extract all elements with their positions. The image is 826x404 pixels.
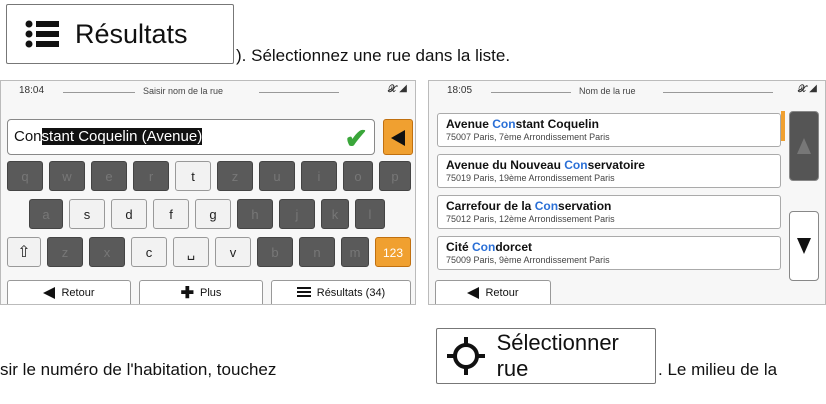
key-h[interactable]: h xyxy=(237,199,273,229)
street-search-screen: 18:04 Saisir nom de la rue 𝒳 ◢ Constant … xyxy=(0,80,416,305)
status-bar: 18:05 Nom de la rue 𝒳 ◢ xyxy=(429,81,825,103)
scroll-down-button[interactable] xyxy=(789,211,819,281)
instruction-bottom-left: sir le numéro de l'habitation, touchez xyxy=(0,360,277,379)
street-results-screen: 18:05 Nom de la rue 𝒳 ◢ Avenue Constant … xyxy=(428,80,826,305)
back-arrow-icon xyxy=(43,286,56,299)
scroll-up-button[interactable] xyxy=(789,111,819,181)
results-button-label: Résultats xyxy=(75,18,188,49)
result-row[interactable]: Avenue du Nouveau Conservatoire 75019 Pa… xyxy=(437,154,781,188)
status-bar: 18:04 Saisir nom de la rue 𝒳 ◢ xyxy=(1,81,415,103)
select-street-button-label: Sélectionner rue xyxy=(496,330,619,381)
instruction-top: ). Sélectionnez une rue dans la liste. xyxy=(236,46,511,65)
key-b[interactable]: b xyxy=(257,237,293,267)
key-s[interactable]: s xyxy=(69,199,105,229)
plus-icon: ✚ xyxy=(180,284,194,302)
key-f[interactable]: f xyxy=(153,199,189,229)
key-o[interactable]: o xyxy=(343,161,373,191)
result-title: Carrefour de la Conservation xyxy=(446,199,612,213)
result-address: 75012 Paris, 12ème Arrondissement Paris xyxy=(446,214,615,224)
typed-text: Con xyxy=(14,128,42,145)
more-tab-label: Plus xyxy=(200,286,222,299)
key-g[interactable]: g xyxy=(195,199,231,229)
key-d[interactable]: d xyxy=(111,199,147,229)
instruction-bottom-right: . Le milieu de la xyxy=(658,360,778,379)
confirm-check-icon[interactable]: ✔ xyxy=(345,122,368,155)
result-title: Cité Condorcet xyxy=(446,240,533,254)
up-arrow-icon xyxy=(797,138,811,154)
result-row[interactable]: Carrefour de la Conservation 75012 Paris… xyxy=(437,195,781,229)
bottom-tabs: Retour xyxy=(429,280,825,304)
result-row[interactable]: Cité Condorcet 75009 Paris, 9ème Arrondi… xyxy=(437,236,781,270)
key-t[interactable]: t xyxy=(175,161,211,191)
results-tab[interactable]: Résultats (34) xyxy=(271,280,411,304)
key-i[interactable]: i xyxy=(301,161,337,191)
key-l[interactable]: l xyxy=(355,199,385,229)
key-c[interactable]: c xyxy=(131,237,167,267)
down-arrow-icon xyxy=(797,238,811,254)
key-m[interactable]: m xyxy=(341,237,369,267)
list-icon xyxy=(296,287,311,298)
key-k[interactable]: k xyxy=(321,199,349,229)
key-y[interactable]: z xyxy=(47,237,83,267)
key-a[interactable]: a xyxy=(29,199,63,229)
key-u[interactable]: u xyxy=(259,161,295,191)
selection-marker xyxy=(781,111,785,141)
back-tab[interactable]: Retour xyxy=(435,280,551,304)
key-p[interactable]: p xyxy=(379,161,411,191)
result-title: Avenue Constant Coquelin xyxy=(446,117,599,131)
result-row[interactable]: Avenue Constant Coquelin 75007 Paris, 7è… xyxy=(437,113,781,147)
key-r[interactable]: r xyxy=(133,161,169,191)
numbers-key[interactable]: 123 xyxy=(375,237,411,267)
result-title: Avenue du Nouveau Conservatoire xyxy=(446,158,645,172)
space-key[interactable]: ␣ xyxy=(173,237,209,267)
screen-title: Saisir nom de la rue xyxy=(143,86,224,96)
bottom-tabs: Retour ✚ Plus Résultats (34) xyxy=(1,280,415,304)
list-icon xyxy=(25,20,59,48)
key-e[interactable]: e xyxy=(91,161,127,191)
back-tab-label: Retour xyxy=(61,286,95,299)
crosshair-icon xyxy=(447,337,485,375)
key-q[interactable]: q xyxy=(7,161,43,191)
key-w[interactable]: w xyxy=(49,161,85,191)
more-tab[interactable]: ✚ Plus xyxy=(139,280,263,304)
gps-signal-icon: 𝒳 ◢ xyxy=(798,84,817,95)
back-tab-label: Retour xyxy=(485,286,519,299)
screen-title: Nom de la rue xyxy=(579,86,636,96)
back-arrow-icon xyxy=(467,286,480,299)
result-address: 75019 Paris, 19ème Arrondissement Paris xyxy=(446,173,615,183)
gps-signal-icon: 𝒳 ◢ xyxy=(388,84,407,95)
key-n[interactable]: n xyxy=(299,237,335,267)
result-address: 75007 Paris, 7ème Arrondissement Paris xyxy=(446,132,610,142)
clock: 18:04 xyxy=(19,85,45,96)
key-v[interactable]: v xyxy=(215,237,251,267)
backspace-button[interactable] xyxy=(383,119,413,155)
clock: 18:05 xyxy=(447,85,473,96)
shift-key[interactable]: ⇧ xyxy=(7,237,41,267)
result-address: 75009 Paris, 9ème Arrondissement Paris xyxy=(446,255,610,265)
key-x[interactable]: x xyxy=(89,237,125,267)
key-z[interactable]: z xyxy=(217,161,253,191)
select-street-button[interactable]: Sélectionner rue xyxy=(436,328,656,384)
key-j[interactable]: j xyxy=(279,199,315,229)
autocomplete-text: stant Coquelin (Avenue) xyxy=(41,128,203,145)
results-button[interactable]: Résultats xyxy=(6,4,234,64)
street-name-input[interactable]: Constant Coquelin (Avenue) ✔ xyxy=(7,119,375,155)
back-tab[interactable]: Retour xyxy=(7,280,131,304)
results-tab-label: Résultats (34) xyxy=(316,286,386,299)
